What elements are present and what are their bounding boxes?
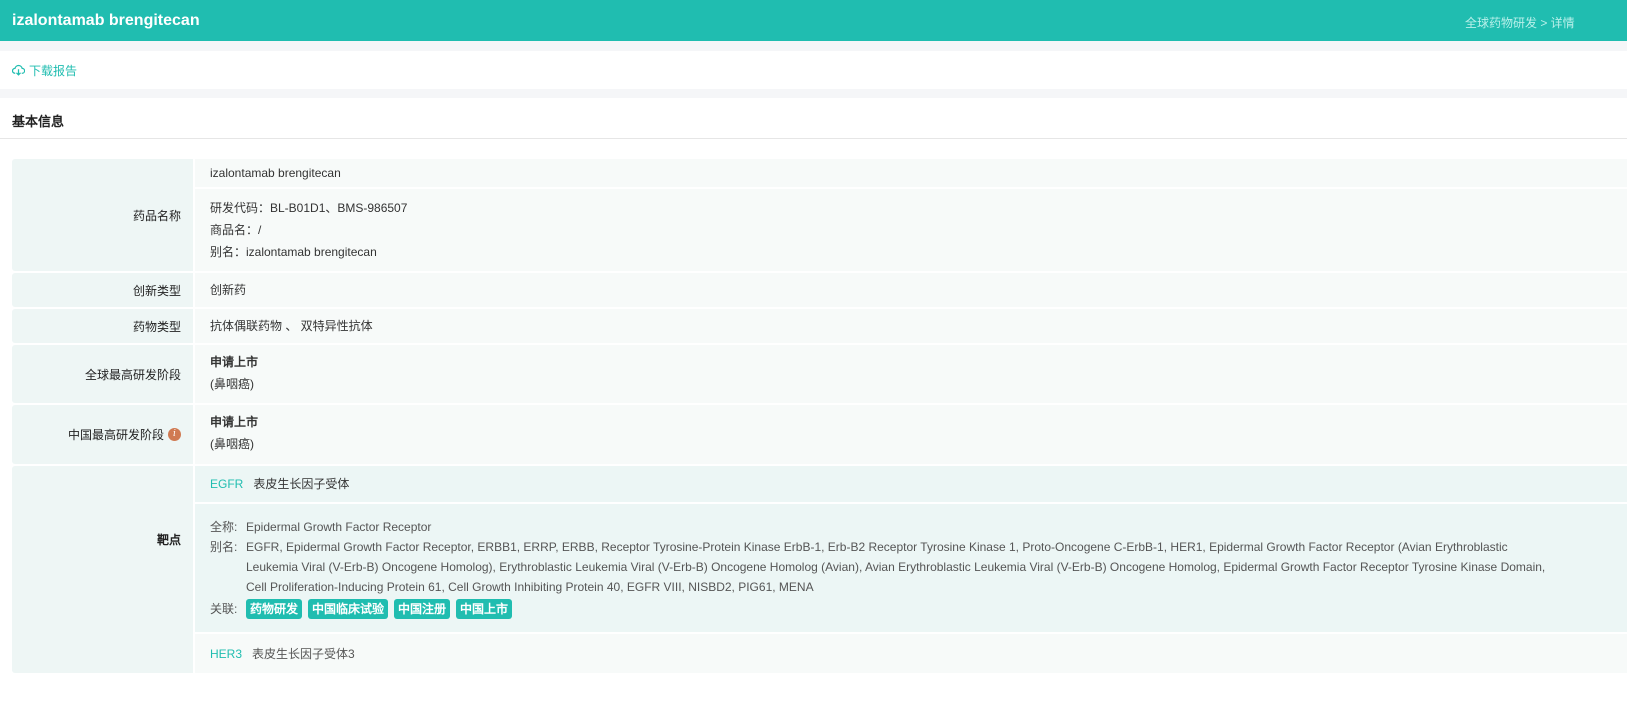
indication: (鼻咽癌) [210,437,254,451]
full-name: Epidermal Growth Factor Receptor [246,520,432,534]
target-name: 表皮生长因子受体3 [252,647,355,661]
label: 药品名称 [12,159,193,271]
tag-china-trials[interactable]: 中国临床试验 [308,599,389,619]
alias-name: 别名：izalontamab brengitecan [210,245,377,259]
basic-info-section: 基本信息 药品名称 izalontamab brengitecan 研发代码：B… [0,98,1627,718]
full-name-label: 全称: [210,520,238,534]
row-global-phase: 全球最高研发阶段 申请上市 (鼻咽癌) [12,345,1627,403]
label: 靶点 [12,466,193,673]
row-targets: 靶点 EGFR 表皮生长因子受体 全称: Epidermal Growth Fact… [12,466,1627,673]
tag-china-market[interactable]: 中国上市 [456,599,513,619]
related-label: 关联: [210,602,238,616]
trade-name: 商品名：/ [210,223,262,237]
phase: 申请上市 [210,415,259,429]
target-name: 表皮生长因子受体 [253,477,350,491]
dev-code: 研发代码：BL-B01D1、BMS-986507 [210,201,408,215]
indication: (鼻咽癌) [210,377,254,391]
value: 抗体偶联药物 、 双特异性抗体 [210,319,373,333]
target-egfr: EGFR 表皮生长因子受体 全称: Epidermal Growth Factor … [195,466,1627,632]
cloud-download-icon [12,64,25,76]
alias-label: 别名: [210,540,238,554]
row-china-phase: 中国最高研发阶段 i 申请上市 (鼻咽癌) [12,405,1627,464]
target-code-link[interactable]: EGFR [210,477,243,491]
row-drug-type: 药物类型 抗体偶联药物 、 双特异性抗体 [12,309,1627,343]
value: 创新药 [210,283,247,297]
tag-drug-rd[interactable]: 药物研发 [246,599,303,619]
label: 药物类型 [12,309,193,343]
label: 中国最高研发阶段 i [12,405,193,464]
tag-china-registration[interactable]: 中国注册 [394,599,451,619]
drug-main-name: izalontamab brengitecan [195,159,1627,187]
info-icon[interactable]: i [168,428,181,441]
header: izalontamab brengitecan 全球药物研发 > 详情 [0,0,1627,41]
aliases: EGFR, Epidermal Growth Factor Receptor, … [246,540,1546,594]
label-text: 中国最高研发阶段 [67,428,164,442]
label: 创新类型 [12,273,193,307]
phase: 申请上市 [210,355,259,369]
row-drug-name: 药品名称 izalontamab brengitecan 研发代码：BL-B01… [12,159,1627,271]
info-table: 药品名称 izalontamab brengitecan 研发代码：BL-B01… [12,159,1627,675]
target-her3: HER3 表皮生长因子受体3 [195,634,1627,673]
download-report-label: 下载报告 [29,63,78,78]
page-title: izalontamab brengitecan [12,11,200,29]
label: 全球最高研发阶段 [12,345,193,403]
row-innovation: 创新类型 创新药 [12,273,1627,307]
section-title: 基本信息 [0,98,1627,139]
breadcrumb[interactable]: 全球药物研发 > 详情 [1465,14,1575,31]
target-code-link[interactable]: HER3 [210,647,242,661]
download-report-button[interactable]: 下载报告 [0,51,1627,89]
